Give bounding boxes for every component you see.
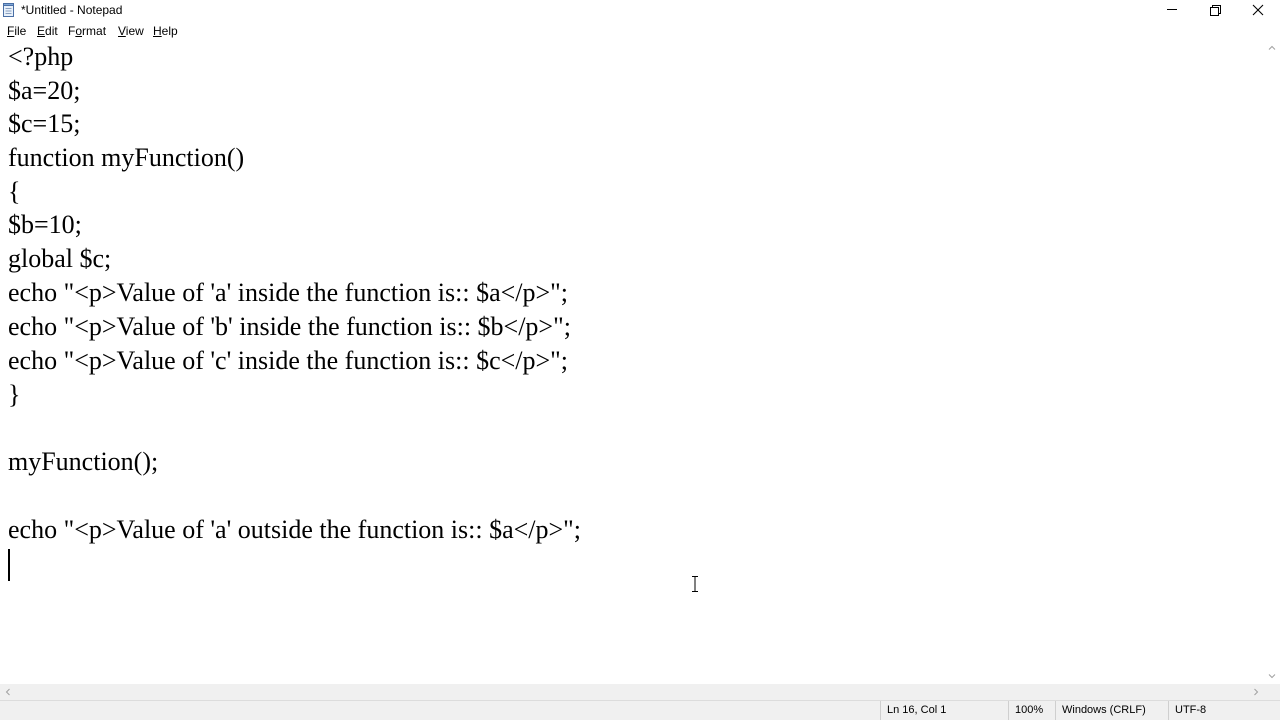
code-line: echo "<p>Value of 'c' inside the functio…	[8, 346, 569, 375]
minimize-button[interactable]	[1150, 0, 1194, 21]
text-editor[interactable]: <?php $a=20; $c=15; function myFunction(…	[0, 40, 1264, 684]
code-line: global $c;	[8, 244, 112, 273]
menu-help[interactable]: Help	[153, 24, 178, 38]
ibeam-cursor-icon	[689, 575, 701, 593]
text-caret	[8, 549, 10, 581]
code-line: echo "<p>Value of 'a' outside the functi…	[8, 515, 582, 544]
code-line: echo "<p>Value of 'b' inside the functio…	[8, 312, 571, 341]
scroll-up-icon[interactable]	[1264, 40, 1280, 56]
scroll-right-icon[interactable]	[1248, 684, 1264, 700]
minimize-icon	[1167, 9, 1177, 10]
restore-icon	[1210, 5, 1221, 16]
notepad-icon[interactable]	[3, 3, 15, 17]
menu-format[interactable]: Format	[68, 24, 106, 38]
status-cursor-position: Ln 16, Col 1	[880, 701, 1008, 720]
horizontal-scrollbar[interactable]	[0, 684, 1264, 700]
code-line: echo "<p>Value of 'a' inside the functio…	[8, 278, 569, 307]
code-line: $b=10;	[8, 210, 82, 239]
scroll-down-icon[interactable]	[1264, 668, 1280, 684]
title-bar[interactable]: *Untitled - Notepad	[0, 0, 1280, 21]
menu-edit[interactable]: Edit	[37, 24, 58, 38]
code-line: {	[8, 177, 21, 206]
close-button[interactable]	[1236, 0, 1280, 21]
notepad-window: *Untitled - Notepad File Edit Format Vie…	[0, 0, 1280, 720]
code-line: myFunction();	[8, 447, 159, 476]
code-line: }	[8, 380, 21, 409]
status-bar: Ln 16, Col 1 100% Windows (CRLF) UTF-8	[0, 700, 1280, 720]
menu-bar: File Edit Format View Help	[0, 21, 1280, 40]
status-encoding: UTF-8	[1168, 701, 1280, 720]
code-line: <?php	[8, 42, 74, 71]
menu-file[interactable]: File	[7, 24, 26, 38]
restore-button[interactable]	[1193, 0, 1237, 21]
status-line-ending: Windows (CRLF)	[1055, 701, 1168, 720]
scrollbar-corner	[1264, 684, 1280, 700]
menu-view[interactable]: View	[118, 24, 144, 38]
vertical-scrollbar[interactable]	[1264, 40, 1280, 684]
code-line: function myFunction()	[8, 143, 245, 172]
scroll-left-icon[interactable]	[0, 684, 16, 700]
code-line: $c=15;	[8, 109, 81, 138]
code-line: $a=20;	[8, 76, 81, 105]
close-icon	[1252, 4, 1264, 16]
status-zoom: 100%	[1008, 701, 1055, 720]
window-title: *Untitled - Notepad	[21, 3, 123, 17]
